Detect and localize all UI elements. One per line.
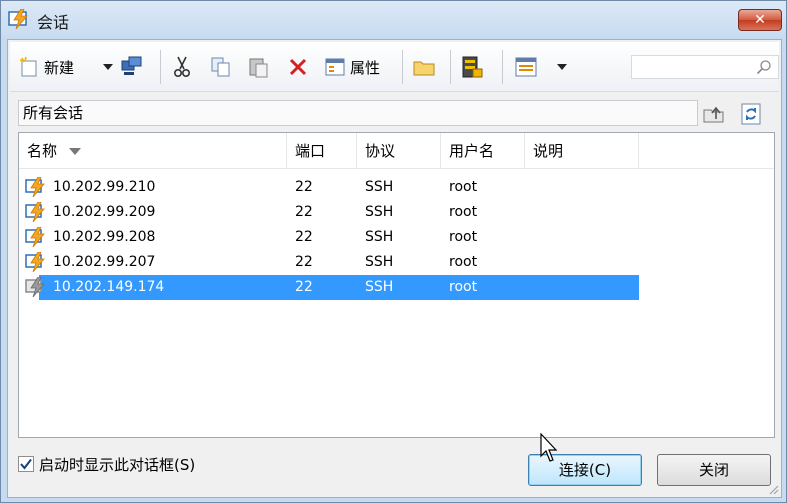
column-header-label: 名称: [27, 142, 58, 160]
session-port: 22: [295, 179, 313, 195]
toolbar-separator: [502, 50, 503, 84]
caret-down-icon: [557, 64, 567, 70]
list-header: 名称 端口 协议 用户名 说明: [19, 133, 774, 169]
session-name: 10.202.99.209: [53, 204, 156, 220]
paste-button[interactable]: [248, 54, 270, 80]
session-settings-button[interactable]: [460, 54, 484, 80]
session-name: 10.202.99.210: [53, 179, 156, 195]
sort-down-icon: [69, 148, 82, 155]
window-title: 会话: [37, 13, 70, 32]
session-dialog: 会话 ✕ 新建 属性 所有会话 名称 端口 协议 用户名 说明 10.202.9…: [0, 0, 787, 503]
caret-down-icon: [103, 64, 113, 70]
quick-connect-button[interactable]: [120, 54, 144, 80]
column-header-label: 用户名: [449, 142, 495, 160]
session-port: 22: [295, 204, 313, 220]
paste-icon: [249, 58, 268, 78]
new-document-icon: [19, 56, 37, 77]
column-header-label: 说明: [533, 142, 564, 160]
session-name: 10.202.149.174: [53, 279, 165, 295]
folder-up-icon: [703, 106, 724, 123]
properties-label: 属性: [350, 58, 381, 77]
session-icon: [25, 227, 45, 247]
scissors-icon: [173, 56, 191, 78]
session-name: 10.202.99.207: [53, 254, 156, 270]
session-icon: [25, 252, 45, 272]
session-icon: [25, 277, 45, 297]
properties-icon: [325, 58, 345, 76]
cut-button[interactable]: [172, 54, 192, 80]
startup-checkbox-label[interactable]: 启动时显示此对话框(S): [39, 454, 195, 475]
startup-checkbox[interactable]: [18, 456, 34, 472]
copy-icon: [211, 57, 230, 77]
session-protocol: SSH: [365, 179, 394, 195]
session-user: root: [449, 229, 478, 245]
session-protocol: SSH: [365, 279, 394, 295]
view-button[interactable]: [514, 54, 538, 80]
view-dropdown[interactable]: [556, 54, 568, 80]
column-header-label: 端口: [295, 142, 326, 160]
session-protocol: SSH: [365, 254, 394, 270]
table-row[interactable]: 10.202.99.209 22 SSH root: [19, 200, 639, 225]
properties-button[interactable]: 属性: [324, 54, 380, 80]
toolbar-separator: [402, 50, 403, 84]
session-user: root: [449, 279, 478, 295]
session-icon: [25, 177, 45, 197]
session-port: 22: [295, 229, 313, 245]
folder-icon: [413, 61, 435, 76]
session-path-bar[interactable]: 所有会话: [18, 100, 698, 126]
session-icon: [25, 202, 45, 222]
refresh-button[interactable]: [739, 103, 763, 125]
copy-button[interactable]: [210, 54, 232, 80]
path-label: 所有会话: [23, 104, 84, 122]
up-folder-button[interactable]: [702, 103, 726, 125]
checkmark-icon: [20, 458, 32, 470]
server-lock-icon: [462, 56, 483, 78]
mouse-cursor-icon: [540, 433, 558, 462]
column-header-protocol[interactable]: 协议: [357, 133, 441, 169]
session-user: root: [449, 254, 478, 270]
resize-grip-icon[interactable]: [767, 483, 779, 495]
session-name: 10.202.99.208: [53, 229, 156, 245]
session-user: root: [449, 179, 478, 195]
session-protocol: SSH: [365, 204, 394, 220]
column-header-label: 协议: [365, 142, 396, 160]
delete-x-icon: [289, 58, 307, 76]
session-user: root: [449, 204, 478, 220]
new-session-button[interactable]: 新建: [18, 54, 74, 80]
search-icon: [756, 60, 771, 75]
view-list-icon: [515, 57, 537, 77]
new-session-label: 新建: [44, 58, 75, 77]
table-row[interactable]: 10.202.99.210 22 SSH root: [19, 175, 639, 200]
table-row[interactable]: 10.202.99.207 22 SSH root: [19, 250, 639, 275]
computers-icon: [121, 56, 142, 75]
toolbar: 新建 属性: [10, 42, 779, 92]
new-session-dropdown[interactable]: [102, 54, 114, 80]
dialog-body: 新建 属性 所有会话 名称 端口 协议 用户名 说明 10.202.99.210…: [7, 39, 782, 498]
column-header-name[interactable]: 名称: [19, 133, 287, 169]
table-row-selected[interactable]: 10.202.149.174 22 SSH root: [19, 275, 639, 300]
new-folder-button[interactable]: [412, 54, 436, 80]
close-button[interactable]: 关闭: [657, 454, 771, 486]
title-bar[interactable]: 会话 ✕: [1, 1, 786, 37]
close-window-button[interactable]: ✕: [738, 9, 782, 31]
session-list[interactable]: 名称 端口 协议 用户名 说明 10.202.99.210 22 SSH roo…: [18, 132, 775, 438]
column-header-username[interactable]: 用户名: [441, 133, 525, 169]
column-header-description[interactable]: 说明: [525, 133, 639, 169]
column-header-port[interactable]: 端口: [287, 133, 357, 169]
session-protocol: SSH: [365, 229, 394, 245]
toolbar-separator: [450, 50, 451, 84]
delete-button[interactable]: [288, 54, 308, 80]
session-app-icon: [8, 9, 28, 29]
toolbar-separator: [160, 50, 161, 84]
session-port: 22: [295, 279, 313, 295]
refresh-icon: [741, 103, 761, 125]
table-row[interactable]: 10.202.99.208 22 SSH root: [19, 225, 639, 250]
search-input[interactable]: [631, 55, 779, 79]
session-port: 22: [295, 254, 313, 270]
